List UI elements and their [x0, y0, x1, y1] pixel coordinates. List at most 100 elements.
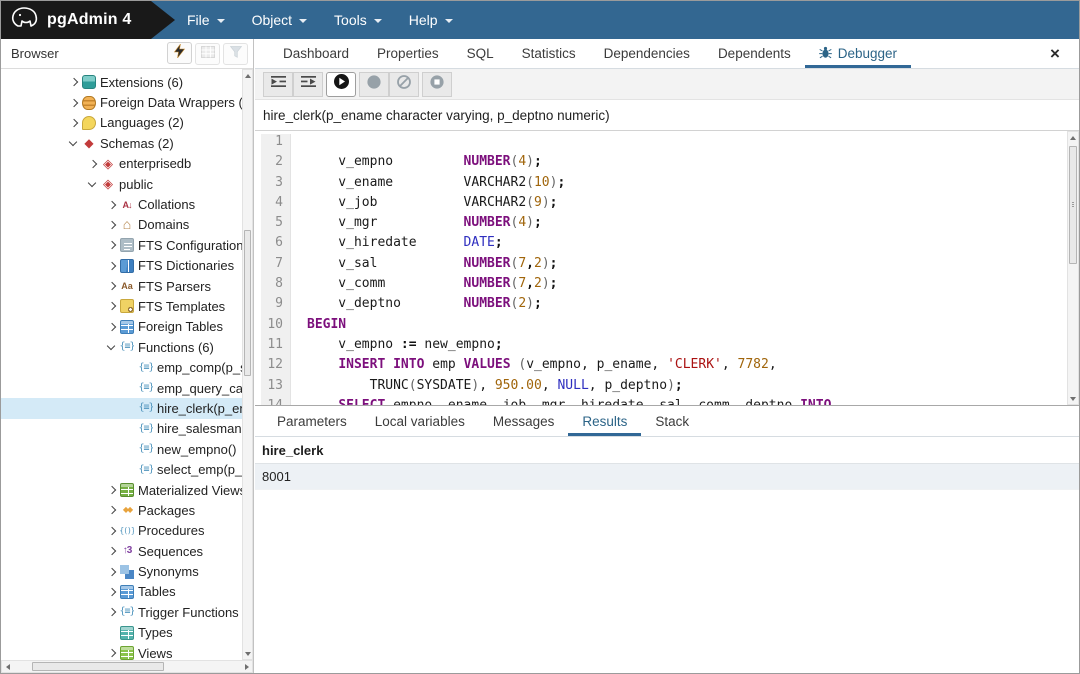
- step-over-button[interactable]: [293, 72, 323, 97]
- chevron-collapsed-icon[interactable]: [105, 299, 119, 313]
- tab-dashboard[interactable]: Dashboard: [269, 39, 363, 68]
- line-number: 14: [261, 398, 291, 405]
- chevron-collapsed-icon[interactable]: [67, 96, 81, 110]
- chevron-collapsed-icon[interactable]: [105, 524, 119, 538]
- sidebar-horizontal-scrollbar[interactable]: [1, 660, 253, 673]
- tree-item-trigger-functions[interactable]: {≡}Trigger Functions: [1, 602, 242, 622]
- tab-properties[interactable]: Properties: [363, 39, 453, 68]
- tree-item-select-emp-p-e[interactable]: {≡}select_emp(p_e: [1, 459, 242, 479]
- menu-object[interactable]: Object: [252, 12, 307, 28]
- tree-item-domains[interactable]: ⌂Domains: [1, 215, 242, 235]
- chevron-expanded-icon[interactable]: [67, 136, 81, 150]
- sidebar-hscroll-thumb[interactable]: [32, 662, 164, 671]
- code-editor[interactable]: 12 v_empno NUMBER(4);3 v_ename VARCHAR2(…: [255, 131, 1079, 406]
- close-panel-button[interactable]: ×: [1044, 42, 1066, 66]
- results-column-header: hire_clerk: [255, 437, 1079, 464]
- tab-dependencies[interactable]: Dependencies: [590, 39, 704, 68]
- tree-item-extensions-6[interactable]: Extensions (6): [1, 72, 242, 92]
- tree-item-materialized-views[interactable]: Materialized Views: [1, 480, 242, 500]
- tree-item-procedures[interactable]: {()}Procedures: [1, 521, 242, 541]
- chevron-collapsed-icon[interactable]: [105, 585, 119, 599]
- debugger-bottom-tabbar: ParametersLocal variablesMessagesResults…: [255, 407, 1079, 437]
- tree-item-functions-6[interactable]: {≡}Functions (6): [1, 337, 242, 357]
- menu-file[interactable]: File: [187, 12, 225, 28]
- tree-item-fts-templates[interactable]: FTS Templates: [1, 296, 242, 316]
- chevron-collapsed-icon[interactable]: [105, 198, 119, 212]
- editor-vscroll-thumb[interactable]: [1069, 146, 1077, 264]
- tree-item-packages[interactable]: ◆◆Packages: [1, 500, 242, 520]
- chevron-collapsed-icon[interactable]: [105, 646, 119, 660]
- chevron-collapsed-icon[interactable]: [105, 605, 119, 619]
- tree-item-foreign-data-wrappers-2[interactable]: Foreign Data Wrappers (2): [1, 92, 242, 112]
- tree-item-tables[interactable]: Tables: [1, 582, 242, 602]
- tree-item-sequences[interactable]: ↑3Sequences: [1, 541, 242, 561]
- chevron-collapsed-icon[interactable]: [105, 544, 119, 558]
- scroll-down-icon[interactable]: [1068, 393, 1078, 404]
- tree-item-new-empno[interactable]: {≡}new_empno(): [1, 439, 242, 459]
- view-data-button[interactable]: [195, 43, 220, 65]
- tree-item-label: Sequences: [138, 544, 203, 559]
- chevron-expanded-icon[interactable]: [105, 340, 119, 354]
- chevron-collapsed-icon[interactable]: [105, 259, 119, 273]
- tab-stack[interactable]: Stack: [641, 407, 703, 436]
- tab-debugger[interactable]: Debugger: [805, 39, 911, 68]
- chevron-collapsed-icon[interactable]: [105, 279, 119, 293]
- tab-parameters[interactable]: Parameters: [263, 407, 361, 436]
- tab-messages[interactable]: Messages: [479, 407, 569, 436]
- scroll-up-icon[interactable]: [243, 70, 252, 81]
- scroll-down-icon[interactable]: [243, 648, 252, 659]
- chevron-collapsed-icon[interactable]: [105, 320, 119, 334]
- chevron-expanded-icon[interactable]: [86, 177, 100, 191]
- sidebar-vertical-scrollbar[interactable]: [242, 69, 253, 660]
- tree-item-fts-dictionaries[interactable]: FTS Dictionaries: [1, 256, 242, 276]
- code-line-3: 3 v_ename VARCHAR2(10);: [255, 175, 1067, 195]
- tree-item-fts-configurations[interactable]: FTS Configurations: [1, 235, 242, 255]
- chevron-collapsed-icon[interactable]: [105, 238, 119, 252]
- tree-item-foreign-tables[interactable]: Foreign Tables: [1, 317, 242, 337]
- scroll-right-icon[interactable]: [241, 661, 252, 672]
- stop-button[interactable]: [422, 72, 452, 97]
- sidebar-vscroll-thumb[interactable]: [244, 230, 251, 376]
- function-icon: {≡}: [139, 361, 153, 375]
- tree-item-schemas-2[interactable]: ◆Schemas (2): [1, 133, 242, 153]
- filter-button[interactable]: [223, 43, 248, 65]
- tree-item-public[interactable]: ◈public: [1, 174, 242, 194]
- chevron-collapsed-icon[interactable]: [105, 503, 119, 517]
- tree-item-types[interactable]: Types: [1, 623, 242, 643]
- tree-item-synonyms[interactable]: Synonyms: [1, 561, 242, 581]
- tab-dependents[interactable]: Dependents: [704, 39, 805, 68]
- tree-item-enterprisedb[interactable]: ◈enterprisedb: [1, 154, 242, 174]
- scroll-left-icon[interactable]: [2, 661, 13, 672]
- tree-item-hire-salesman[interactable]: {≡}hire_salesman(: [1, 419, 242, 439]
- chevron-collapsed-icon[interactable]: [86, 157, 100, 171]
- menu-help[interactable]: Help: [409, 12, 453, 28]
- scroll-up-icon[interactable]: [1068, 132, 1078, 143]
- tree-item-label: Schemas (2): [100, 136, 174, 151]
- tree-item-emp-query-cal[interactable]: {≡}emp_query_cal: [1, 378, 242, 398]
- result-row[interactable]: 8001: [255, 464, 1079, 490]
- tree-item-emp-comp-p-s[interactable]: {≡}emp_comp(p_s: [1, 357, 242, 377]
- tab-results[interactable]: Results: [568, 407, 641, 436]
- chevron-collapsed-icon[interactable]: [105, 483, 119, 497]
- query-tool-button[interactable]: [167, 42, 192, 64]
- clear-all-breakpoints-button[interactable]: [389, 72, 419, 97]
- tab-local-variables[interactable]: Local variables: [361, 407, 479, 436]
- menu-tools[interactable]: Tools: [334, 12, 382, 28]
- schema-icon: ◈: [101, 157, 115, 171]
- tab-statistics[interactable]: Statistics: [508, 39, 590, 68]
- tree-item-label: Procedures: [138, 523, 204, 538]
- tree-item-hire-clerk-p-en[interactable]: {≡}hire_clerk(p_en: [1, 398, 242, 418]
- tree-item-collations[interactable]: A↓Collations: [1, 194, 242, 214]
- chevron-collapsed-icon[interactable]: [67, 75, 81, 89]
- chevron-collapsed-icon[interactable]: [105, 218, 119, 232]
- tree-item-fts-parsers[interactable]: AaFTS Parsers: [1, 276, 242, 296]
- step-into-button[interactable]: [263, 72, 293, 97]
- editor-vertical-scrollbar[interactable]: [1067, 131, 1079, 405]
- toggle-breakpoint-button[interactable]: [359, 72, 389, 97]
- continue-button[interactable]: [326, 72, 356, 97]
- tree-item-languages-2[interactable]: Languages (2): [1, 113, 242, 133]
- chevron-collapsed-icon[interactable]: [67, 116, 81, 130]
- chevron-collapsed-icon[interactable]: [105, 565, 119, 579]
- tab-sql[interactable]: SQL: [453, 39, 508, 68]
- tree-item-views[interactable]: Views: [1, 643, 242, 660]
